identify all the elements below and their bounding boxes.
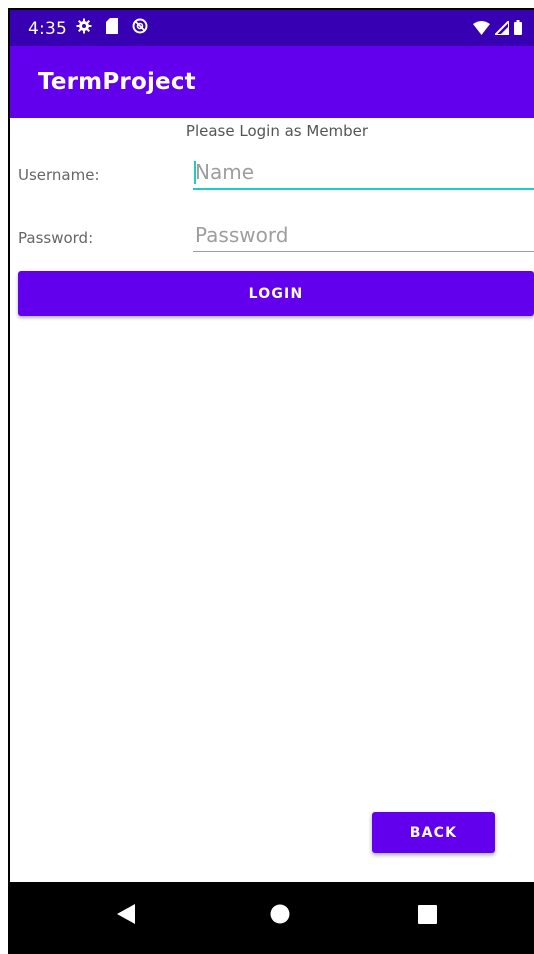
status-time: 4:35: [28, 19, 67, 39]
home-circle-icon[interactable]: [266, 900, 294, 928]
sync-icon: [132, 18, 148, 39]
sd-card-icon: [106, 18, 118, 39]
signal-icon: [492, 18, 510, 40]
password-input[interactable]: [193, 218, 534, 252]
wifi-icon: [473, 20, 490, 40]
status-bar: 4:35: [10, 10, 534, 46]
status-notification-icons: [76, 18, 148, 39]
login-prompt: Please Login as Member: [185, 122, 369, 140]
back-triangle-icon[interactable]: [112, 900, 140, 928]
app-bar: TermProject: [10, 46, 534, 118]
navigation-bar: [10, 882, 534, 946]
battery-icon: [514, 20, 522, 40]
status-system-icons: [473, 18, 522, 40]
text-cursor: [194, 161, 196, 184]
username-label: Username:: [18, 166, 100, 184]
settings-icon: [76, 18, 92, 39]
app-title: TermProject: [38, 69, 196, 95]
login-screen: Please Login as Member Username: Passwor…: [10, 118, 534, 882]
username-input[interactable]: [193, 156, 534, 190]
password-label: Password:: [18, 229, 94, 247]
back-button[interactable]: BACK: [372, 812, 495, 853]
login-button[interactable]: LOGIN: [18, 271, 534, 316]
recents-square-icon[interactable]: [413, 900, 441, 928]
